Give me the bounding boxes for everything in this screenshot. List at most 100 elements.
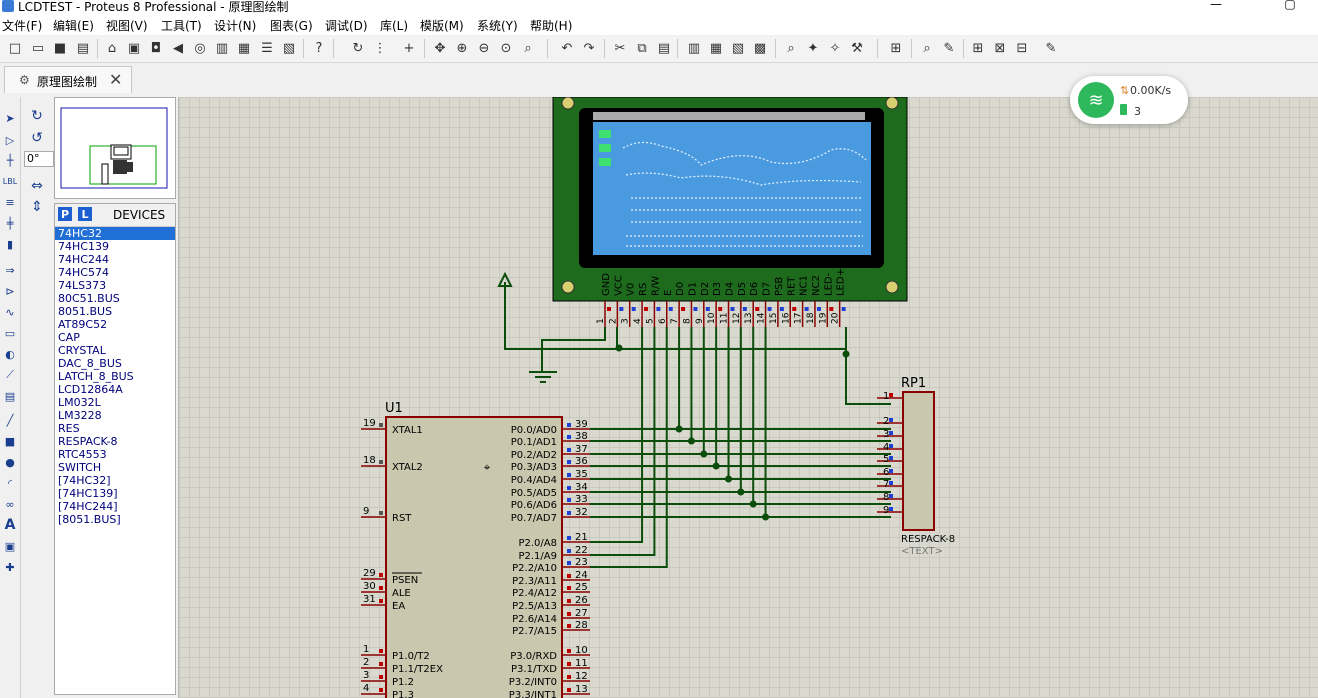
symbol-icon[interactable]: ▣: [1, 537, 19, 555]
subcircuit-icon[interactable]: ▮: [1, 235, 19, 253]
design-explorer-icon[interactable]: ☰: [258, 39, 276, 57]
device-item[interactable]: DAC_8_BUS: [55, 357, 175, 370]
network-speed-widget[interactable]: ≋ ⇅ 0.00K/s 3: [1070, 76, 1188, 124]
copy-icon[interactable]: ⧉: [633, 39, 651, 57]
zoom-all-icon[interactable]: ⊙: [497, 39, 515, 57]
arc-icon[interactable]: ◜: [1, 474, 19, 492]
overview-window[interactable]: [54, 97, 176, 199]
device-item[interactable]: 8051.BUS: [55, 305, 175, 318]
device-item[interactable]: RTC4553: [55, 448, 175, 461]
packaging-icon[interactable]: ✧: [826, 39, 844, 57]
help-icon[interactable]: ?: [310, 39, 328, 57]
junction-mode-icon[interactable]: ┼: [1, 151, 19, 169]
device-item[interactable]: 74HC32: [55, 227, 175, 240]
zoom-out-icon[interactable]: ⊖: [475, 39, 493, 57]
device-item[interactable]: LCD12864A: [55, 383, 175, 396]
back-icon[interactable]: ◀: [169, 39, 187, 57]
script-icon[interactable]: ✎: [1042, 39, 1060, 57]
search-icon[interactable]: ⌕: [918, 39, 936, 57]
text-script-icon[interactable]: ≡: [1, 193, 19, 211]
grid-icon[interactable]: ⋮: [371, 39, 389, 57]
block-rotate-icon[interactable]: ▧: [729, 39, 747, 57]
device-item[interactable]: SWITCH: [55, 461, 175, 474]
decompose-icon[interactable]: ⚒: [848, 39, 866, 57]
label-mode-icon[interactable]: LBL: [1, 172, 19, 190]
minimize-button[interactable]: —: [1196, 0, 1236, 11]
menu-view[interactable]: 视图(V): [106, 17, 148, 34]
close-icon[interactable]: ✕: [109, 70, 122, 89]
paste-icon[interactable]: ▤: [655, 39, 673, 57]
zoom-in-icon[interactable]: ⊕: [453, 39, 471, 57]
block-move-icon[interactable]: ▦: [707, 39, 725, 57]
menu-tools[interactable]: 工具(T): [161, 17, 202, 34]
menu-debug[interactable]: 调试(D): [325, 17, 368, 34]
home-icon[interactable]: ⌂: [103, 39, 121, 57]
maximize-button[interactable]: ▢: [1270, 0, 1310, 11]
flip-vertical-icon[interactable]: ⇕: [27, 198, 47, 216]
menu-file[interactable]: 文件(F): [2, 17, 42, 34]
bom-icon[interactable]: ▦: [235, 39, 253, 57]
netlist-icon[interactable]: ▥: [213, 39, 231, 57]
device-item[interactable]: [8051.BUS]: [55, 513, 175, 526]
device-item[interactable]: AT89C52: [55, 318, 175, 331]
report-icon[interactable]: ▧: [280, 39, 298, 57]
make-device-icon[interactable]: ✦: [804, 39, 822, 57]
device-item[interactable]: RESPACK-8: [55, 435, 175, 448]
generator-icon[interactable]: ◐: [1, 345, 19, 363]
tab-schematic[interactable]: ⚙ 原理图绘制 ✕: [4, 66, 132, 93]
device-item[interactable]: CAP: [55, 331, 175, 344]
pick-devices-button[interactable]: P: [58, 207, 72, 221]
menu-design[interactable]: 设计(N): [214, 17, 256, 34]
circle-icon[interactable]: ●: [1, 453, 19, 471]
angle-field[interactable]: 0°: [24, 151, 54, 167]
zoom-area-icon[interactable]: ⌕: [519, 39, 537, 57]
menu-graph[interactable]: 图表(G): [270, 17, 313, 34]
marker-icon[interactable]: ✚: [1, 558, 19, 576]
schematic-canvas[interactable]: GND 1 VCC 2 V0 3 RS 4 R/W 5 E 6 D0 7 D1 8 D2 9 D3 10 D4 11 D5 1…: [178, 97, 1318, 698]
device-item[interactable]: CRYSTAL: [55, 344, 175, 357]
device-item[interactable]: [74HC32]: [55, 474, 175, 487]
library-manager-button[interactable]: L: [78, 207, 92, 221]
tape-recorder-icon[interactable]: ▭: [1, 324, 19, 342]
new-icon[interactable]: □: [6, 39, 24, 57]
sheet-exit-icon[interactable]: ⊟: [1013, 39, 1031, 57]
open-icon[interactable]: ▭: [29, 39, 47, 57]
save-icon[interactable]: ■: [51, 39, 69, 57]
device-item[interactable]: LM3228: [55, 409, 175, 422]
chip-icon[interactable]: ◘: [147, 39, 165, 57]
pcb-icon[interactable]: ◎: [191, 39, 209, 57]
pan-icon[interactable]: ✥: [431, 39, 449, 57]
device-item[interactable]: 74HC574: [55, 266, 175, 279]
graph-mode-icon[interactable]: ∿: [1, 303, 19, 321]
device-item[interactable]: 74LS373: [55, 279, 175, 292]
delete-sheet-icon[interactable]: ⊠: [991, 39, 1009, 57]
probe-icon[interactable]: ⟋: [1, 366, 19, 384]
menu-help[interactable]: 帮助(H): [530, 17, 572, 34]
pick-device-icon[interactable]: ⌕: [782, 39, 800, 57]
redo-icon[interactable]: ↷: [580, 39, 598, 57]
property-tool-icon[interactable]: ✎: [940, 39, 958, 57]
wire-autorouter-icon[interactable]: ⊞: [887, 39, 905, 57]
device-item[interactable]: [74HC244]: [55, 500, 175, 513]
flip-horizontal-icon[interactable]: ⇔: [27, 177, 47, 195]
menu-template[interactable]: 模版(M): [420, 17, 464, 34]
path-icon[interactable]: ∞: [1, 495, 19, 513]
line-icon[interactable]: ╱: [1, 411, 19, 429]
menu-system[interactable]: 系统(Y): [477, 17, 518, 34]
bus-mode-icon[interactable]: ╪: [1, 214, 19, 232]
block-copy-icon[interactable]: ▥: [685, 39, 703, 57]
device-item[interactable]: 80C51.BUS: [55, 292, 175, 305]
device-item[interactable]: LM032L: [55, 396, 175, 409]
import-icon[interactable]: ▤: [74, 39, 92, 57]
schematic-drawing[interactable]: GND 1 VCC 2 V0 3 RS 4 R/W 5 E 6 D0 7 D1 8 D2 9 D3 10 D4 11 D5 1…: [179, 97, 1318, 698]
rotate-ccw-icon[interactable]: ↺: [27, 129, 47, 147]
device-item[interactable]: RES: [55, 422, 175, 435]
new-sheet-icon[interactable]: ⊞: [969, 39, 987, 57]
device-item[interactable]: [74HC139]: [55, 487, 175, 500]
cut-icon[interactable]: ✂: [611, 39, 629, 57]
rotate-cw-icon[interactable]: ↻: [27, 107, 47, 125]
undo-icon[interactable]: ↶: [558, 39, 576, 57]
selection-mode-icon[interactable]: ➤: [1, 109, 19, 127]
instrument-icon[interactable]: ▤: [1, 387, 19, 405]
origin-icon[interactable]: +: [400, 39, 418, 57]
